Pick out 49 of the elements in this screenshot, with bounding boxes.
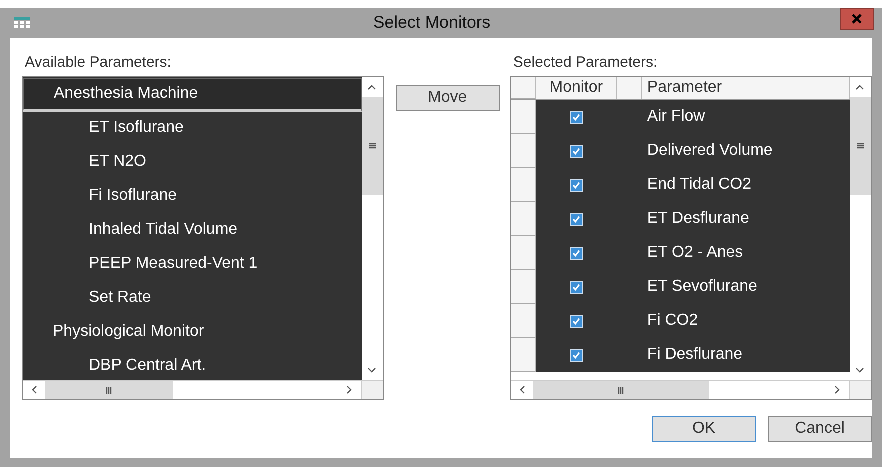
chevron-up-icon <box>856 84 864 90</box>
tree-item[interactable]: DBP Central Art. <box>23 350 362 380</box>
monitor-checkbox[interactable] <box>570 280 584 294</box>
table-icon <box>14 17 30 29</box>
close-icon <box>852 14 862 24</box>
tree-item[interactable]: Anesthesia Machine <box>23 78 362 112</box>
list-label: Available Parameters: <box>24 53 172 73</box>
grip-icon <box>856 143 864 149</box>
monitor-checkbox[interactable] <box>570 314 584 328</box>
chevron-right-icon <box>347 386 352 394</box>
tree-item[interactable]: PEEP Measured-Vent 1 <box>23 248 362 282</box>
chevron-down-icon <box>856 368 864 372</box>
monitor-checkbox[interactable] <box>570 246 584 260</box>
row-header[interactable] <box>511 134 536 168</box>
chevron-right-icon <box>835 386 840 394</box>
chevron-left-icon <box>520 386 525 394</box>
chevron-up-icon <box>368 84 376 90</box>
monitor-checkbox[interactable] <box>570 212 584 226</box>
monitor-checkbox[interactable] <box>570 110 584 124</box>
tree-item[interactable]: Set Rate <box>23 282 362 316</box>
tree-item[interactable]: ET Isoflurane <box>23 112 362 146</box>
tree-item[interactable]: Physiological Monitor <box>23 316 362 350</box>
grip-icon <box>106 386 112 394</box>
move-button[interactable]: Move <box>396 85 500 111</box>
tree-item[interactable]: Inhaled Tidal Volume <box>23 214 362 248</box>
column-header[interactable]: Monitor <box>536 77 618 99</box>
row-header[interactable] <box>511 100 536 134</box>
cancel-button[interactable]: Cancel <box>768 416 872 442</box>
row-header[interactable] <box>511 236 536 270</box>
monitor-checkbox[interactable] <box>570 348 584 362</box>
row-header[interactable] <box>511 168 536 202</box>
ok-button[interactable]: OK <box>652 416 756 442</box>
row-header[interactable] <box>511 338 536 372</box>
monitor-checkbox[interactable] <box>570 144 584 158</box>
tree-item[interactable]: Fi Isoflurane <box>23 180 362 214</box>
grip-icon <box>368 143 376 149</box>
grip-icon <box>618 386 624 394</box>
row-header[interactable] <box>511 202 536 236</box>
row-header[interactable] <box>511 304 536 338</box>
window-title: Select Monitors <box>372 13 492 33</box>
list-label: Selected Parameters: <box>512 53 659 73</box>
corner-header[interactable] <box>511 77 536 99</box>
tree-item[interactable]: ET N2O <box>23 146 362 180</box>
row-header[interactable] <box>511 270 536 304</box>
vertical-scrollbar[interactable] <box>362 77 383 380</box>
close-button[interactable] <box>840 8 874 30</box>
chevron-left-icon <box>32 386 36 394</box>
monitor-checkbox[interactable] <box>570 178 584 192</box>
chevron-down-icon <box>368 368 376 372</box>
